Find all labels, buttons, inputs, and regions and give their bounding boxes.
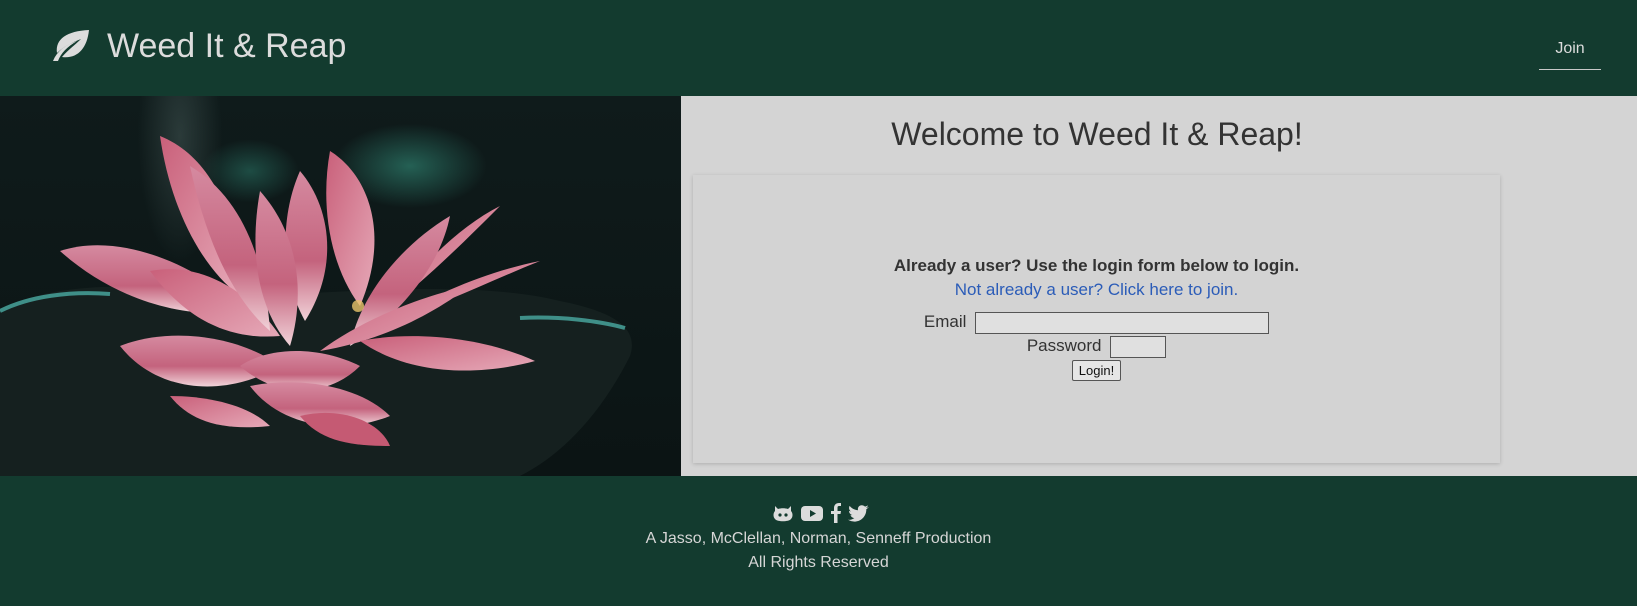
login-form: Already a user? Use the login form below… (693, 254, 1500, 382)
social-links (772, 503, 870, 527)
footer-rights: All Rights Reserved (748, 554, 889, 571)
site-header: Weed It & Reap Join (0, 0, 1637, 96)
facebook-icon[interactable] (830, 503, 842, 527)
nav-join-link[interactable]: Join (1539, 36, 1601, 70)
password-row: Password (693, 334, 1500, 358)
email-label: Email (923, 312, 967, 331)
twitter-icon[interactable] (848, 503, 870, 527)
brand-title[interactable]: Weed It & Reap (107, 25, 346, 67)
github-icon[interactable] (772, 503, 794, 527)
page-title: Welcome to Weed It & Reap! (891, 116, 1303, 152)
login-card: Already a user? Use the login form below… (693, 175, 1500, 463)
hero-image (0, 96, 681, 476)
footer-credit: A Jasso, McClellan, Norman, Senneff Prod… (645, 530, 992, 547)
password-label: Password (1026, 336, 1102, 355)
email-field[interactable] (975, 311, 1270, 334)
login-button[interactable]: Login! (1071, 360, 1122, 381)
youtube-icon[interactable] (800, 503, 824, 527)
site-footer: A Jasso, McClellan, Norman, Senneff Prod… (0, 476, 1637, 606)
password-field[interactable] (1110, 335, 1167, 358)
join-link[interactable]: Not already a user? Click here to join. (955, 278, 1238, 302)
leaf-icon[interactable] (49, 27, 91, 63)
email-row: Email (693, 310, 1500, 334)
login-prompt: Already a user? Use the login form below… (893, 256, 1300, 275)
